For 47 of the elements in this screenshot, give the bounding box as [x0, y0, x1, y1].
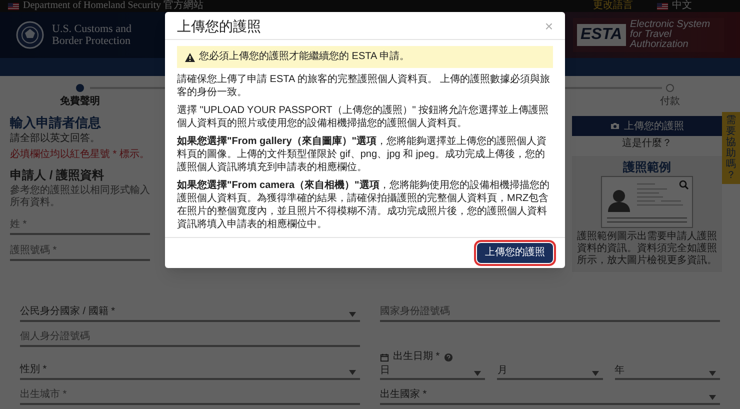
text-field[interactable]: 出生城市 * — [20, 385, 360, 405]
calendar-icon — [380, 352, 389, 362]
help-icon[interactable] — [444, 352, 453, 362]
select-field[interactable]: 出生國家 * — [380, 385, 720, 405]
dropdown-caret-icon — [349, 370, 356, 375]
dialog-paragraph: 如果您選擇"From gallery（來自圖庫）"選項，您將能夠選擇並上傳您的護照個人資料頁的圖像。上傳的文件類型僅限於 gif、png、jpg 和 jpeg。成功完成上傳後，您的護照個人資訊將填充到申請表的相應欄位。 — [177, 135, 548, 174]
warning-icon — [185, 52, 195, 62]
flag-icon — [8, 2, 19, 10]
camera-icon — [610, 122, 620, 130]
section-note: 參考您的護照並以相同形式輸入所有資料。 — [10, 185, 150, 209]
dropdown-caret-icon — [592, 371, 599, 376]
step-label: 免費聲明 — [60, 97, 100, 107]
dropdown-caret-icon — [474, 371, 482, 376]
text-field[interactable]: 姓 * — [10, 215, 150, 235]
select-field[interactable]: 公民身分國家 / 國籍 * — [20, 302, 360, 322]
instruction-note: 請全部以英文回答。 — [10, 133, 101, 145]
required-note: 必填欄位均以紅色星號 * 標示。 — [10, 149, 150, 161]
date-select[interactable]: 年 — [614, 364, 720, 380]
date-select[interactable]: 月 — [497, 364, 603, 380]
passport-sample-drawing[interactable] — [601, 176, 693, 228]
dropdown-caret-icon — [709, 395, 716, 400]
upload-passport-button[interactable]: 上傳您的護照 — [572, 116, 722, 136]
select-field[interactable]: 性別 * — [20, 360, 360, 380]
close-button[interactable]: × — [544, 18, 553, 32]
agency-name: U.S. Customs and Border Protection — [52, 23, 132, 47]
field-label: 出生日期 * — [393, 352, 440, 362]
dropdown-caret-icon — [349, 312, 356, 317]
alert-text: 您必須上傳您的護照才能繼續您的 ESTA 申請。 — [199, 52, 410, 62]
card-title: 護照範例 — [623, 161, 671, 173]
what-is-this-link[interactable]: 這是什麼？ — [622, 139, 672, 149]
page-heading: 輸入申請者信息 — [10, 116, 102, 129]
section-heading: 申請人 / 護照資料 — [10, 169, 106, 181]
text-field[interactable]: 護照號碼 * — [10, 241, 150, 261]
text-field[interactable]: 個人身分證號碼 — [20, 327, 360, 347]
dialog-title: 上傳您的護照 — [177, 18, 261, 32]
upload-passport-button[interactable]: 上傳您的護照 — [477, 243, 553, 263]
dialog-paragraph: 如果您選擇"From camera（來自相機）"選項，您將能夠使用您的設備相機掃描您的護照個人資料頁。為獲得準確的結果，請確保拍攝護照的完整個人資料頁，MRZ包含在照片的整個寬度內，並且照片不得模糊不清。成功完成照片後，您的護照個人資料資訊將填入申請表的相應欄位中。 — [177, 179, 550, 231]
dialog-paragraph: 請確保您上傳了申請 ESTA 的旅客的完整護照個人資料頁。 上傳的護照數據必須與旅客的身份一致。 — [177, 73, 552, 99]
seal-icon — [16, 21, 44, 49]
step-label: 付款 — [660, 97, 680, 107]
example-caption: 護照範例圖示出需要申請人護照資料的資訊。資料須完全如護照所示，放大圖片檢視更多資訊。 — [577, 231, 717, 267]
dropdown-caret-icon — [709, 371, 716, 376]
help-tab[interactable]: 需要協助嗎？ — [722, 112, 740, 184]
date-select[interactable]: 日 — [380, 364, 486, 380]
dialog-paragraph: 選擇 "UPLOAD YOUR PASSPORT（上傳您的護照）" 按鈕將允許您選擇並上傳護照個人資料頁的照片或使用您的設備相機掃描您的護照個人資料頁。 — [177, 104, 550, 130]
flag-icon — [657, 2, 668, 10]
text-field[interactable]: 國家身份證號碼 — [380, 302, 720, 322]
